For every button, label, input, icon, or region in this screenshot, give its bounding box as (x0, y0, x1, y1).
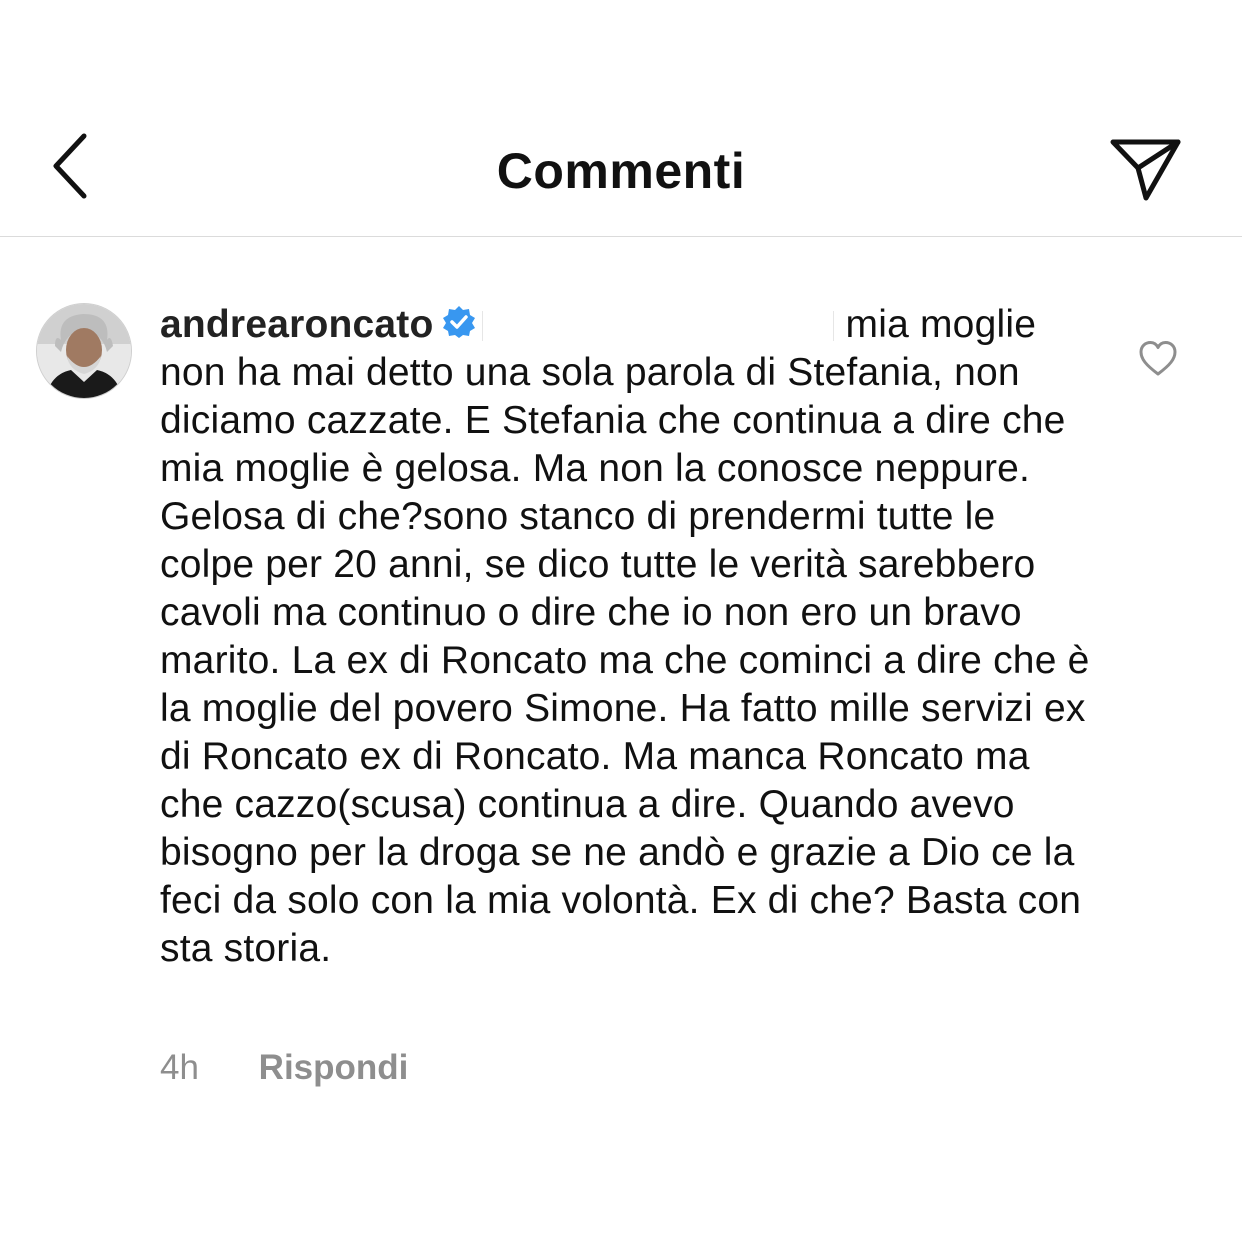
header-bar: Commenti (0, 100, 1242, 237)
like-button[interactable] (1138, 339, 1178, 379)
username-link[interactable]: andrearoncato (160, 303, 434, 346)
comment-timestamp: 4h (160, 1048, 199, 1087)
redacted-mention (481, 311, 834, 341)
paper-plane-icon (1110, 139, 1181, 201)
comment-body: andrearoncato mia moglie non ha mai detto… (160, 301, 1090, 973)
comment-meta: 4h Rispondi (160, 1047, 408, 1089)
heart-outline-icon (1139, 341, 1177, 376)
page-title: Commenti (496, 143, 746, 199)
comment-text: mia moglie non ha mai detto una sola par… (160, 303, 1090, 970)
reply-button[interactable]: Rispondi (259, 1047, 409, 1089)
profile-photo (37, 304, 131, 398)
avatar[interactable] (36, 303, 132, 399)
share-button[interactable] (1108, 136, 1184, 204)
verified-badge-icon (442, 303, 476, 338)
